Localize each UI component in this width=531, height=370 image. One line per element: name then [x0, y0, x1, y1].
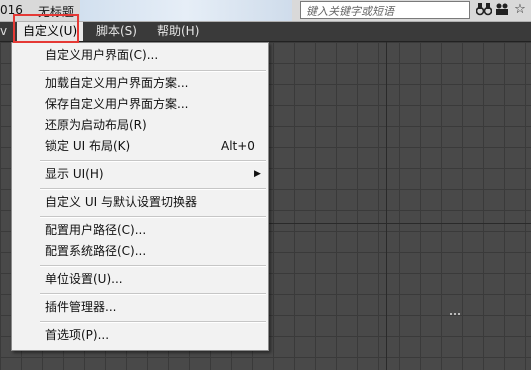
search-input[interactable]: 键入关键字或短语	[300, 1, 470, 19]
menu-item-save-ui-scheme[interactable]: 保存自定义用户界面方案...	[13, 94, 267, 115]
menu-separator	[40, 265, 266, 267]
menu-separator	[40, 188, 266, 190]
menu-separator	[40, 293, 266, 295]
document-title: 无标题	[38, 5, 75, 19]
menu-item-label: 加载自定义用户界面方案...	[45, 76, 189, 90]
viewport-axis-line	[386, 42, 387, 370]
viewport-axis-line	[268, 223, 531, 224]
title-bar: 016 无标题 键入关键字或短语 ☆	[0, 0, 531, 22]
app-version: 016	[0, 3, 23, 17]
menu-separator	[40, 321, 266, 323]
menu-item-label: 自定义用户界面(C)...	[45, 48, 159, 62]
menu-item-label: 还原为启动布局(R)	[45, 118, 147, 132]
menu-item-label: 保存自定义用户界面方案...	[45, 97, 189, 111]
menu-item-label: 配置用户路径(C)...	[45, 223, 147, 237]
menu-item-show-ui[interactable]: 显示 UI(H) ▶	[13, 164, 267, 185]
search-placeholder: 键入关键字或短语	[306, 5, 394, 18]
menu-bar: v 自定义(U) 脚本(S) 帮助(H)	[0, 22, 531, 42]
menu-item-preferences[interactable]: 首选项(P)...	[13, 325, 267, 346]
menu-item-revert-layout[interactable]: 还原为启动布局(R)	[13, 115, 267, 136]
menu-customize[interactable]: 自定义(U)	[17, 22, 84, 41]
menu-item-label: 插件管理器...	[45, 300, 117, 314]
menu-item-label: 首选项(P)...	[45, 328, 110, 342]
menu-separator	[40, 216, 266, 218]
menu-item-label: 锁定 UI 布局(K)	[45, 139, 131, 153]
title-bar-filler	[80, 0, 292, 21]
menu-item-load-ui-scheme[interactable]: 加载自定义用户界面方案...	[13, 73, 267, 94]
menu-script[interactable]: 脚本(S)	[90, 22, 143, 41]
menu-item-customize-ui[interactable]: 自定义用户界面(C)...	[13, 45, 267, 66]
menu-item-cutoff[interactable]: v	[0, 24, 7, 38]
menu-item-units-setup[interactable]: 单位设置(U)...	[13, 269, 267, 290]
menu-item-plugin-manager[interactable]: 插件管理器...	[13, 297, 267, 318]
menu-separator	[40, 70, 266, 72]
menu-separator	[40, 160, 266, 162]
menu-item-label: 单位设置(U)...	[45, 272, 123, 286]
star-icon[interactable]: ☆	[512, 2, 528, 18]
menu-help[interactable]: 帮助(H)	[151, 22, 205, 41]
menu-item-ui-switcher[interactable]: 自定义 UI 与默认设置切换器	[13, 192, 267, 213]
menu-item-label: 自定义 UI 与默认设置切换器	[45, 195, 197, 209]
menu-item-lock-ui-layout[interactable]: 锁定 UI 布局(K) Alt+0	[13, 136, 267, 157]
community-icon[interactable]	[494, 2, 510, 18]
menu-item-user-paths[interactable]: 配置用户路径(C)...	[13, 220, 267, 241]
submenu-arrow-icon: ▶	[254, 169, 261, 179]
menu-item-system-paths[interactable]: 配置系统路径(C)...	[13, 241, 267, 262]
menu-item-shortcut: Alt+0	[221, 139, 255, 153]
menu-item-label: 显示 UI(H)	[45, 167, 104, 181]
customize-menu-dropdown: 自定义用户界面(C)... 加载自定义用户界面方案... 保存自定义用户界面方案…	[11, 42, 269, 351]
menu-item-label: 配置系统路径(C)...	[45, 244, 147, 258]
binoculars-icon[interactable]	[475, 2, 493, 18]
viewport-marker	[450, 313, 460, 318]
